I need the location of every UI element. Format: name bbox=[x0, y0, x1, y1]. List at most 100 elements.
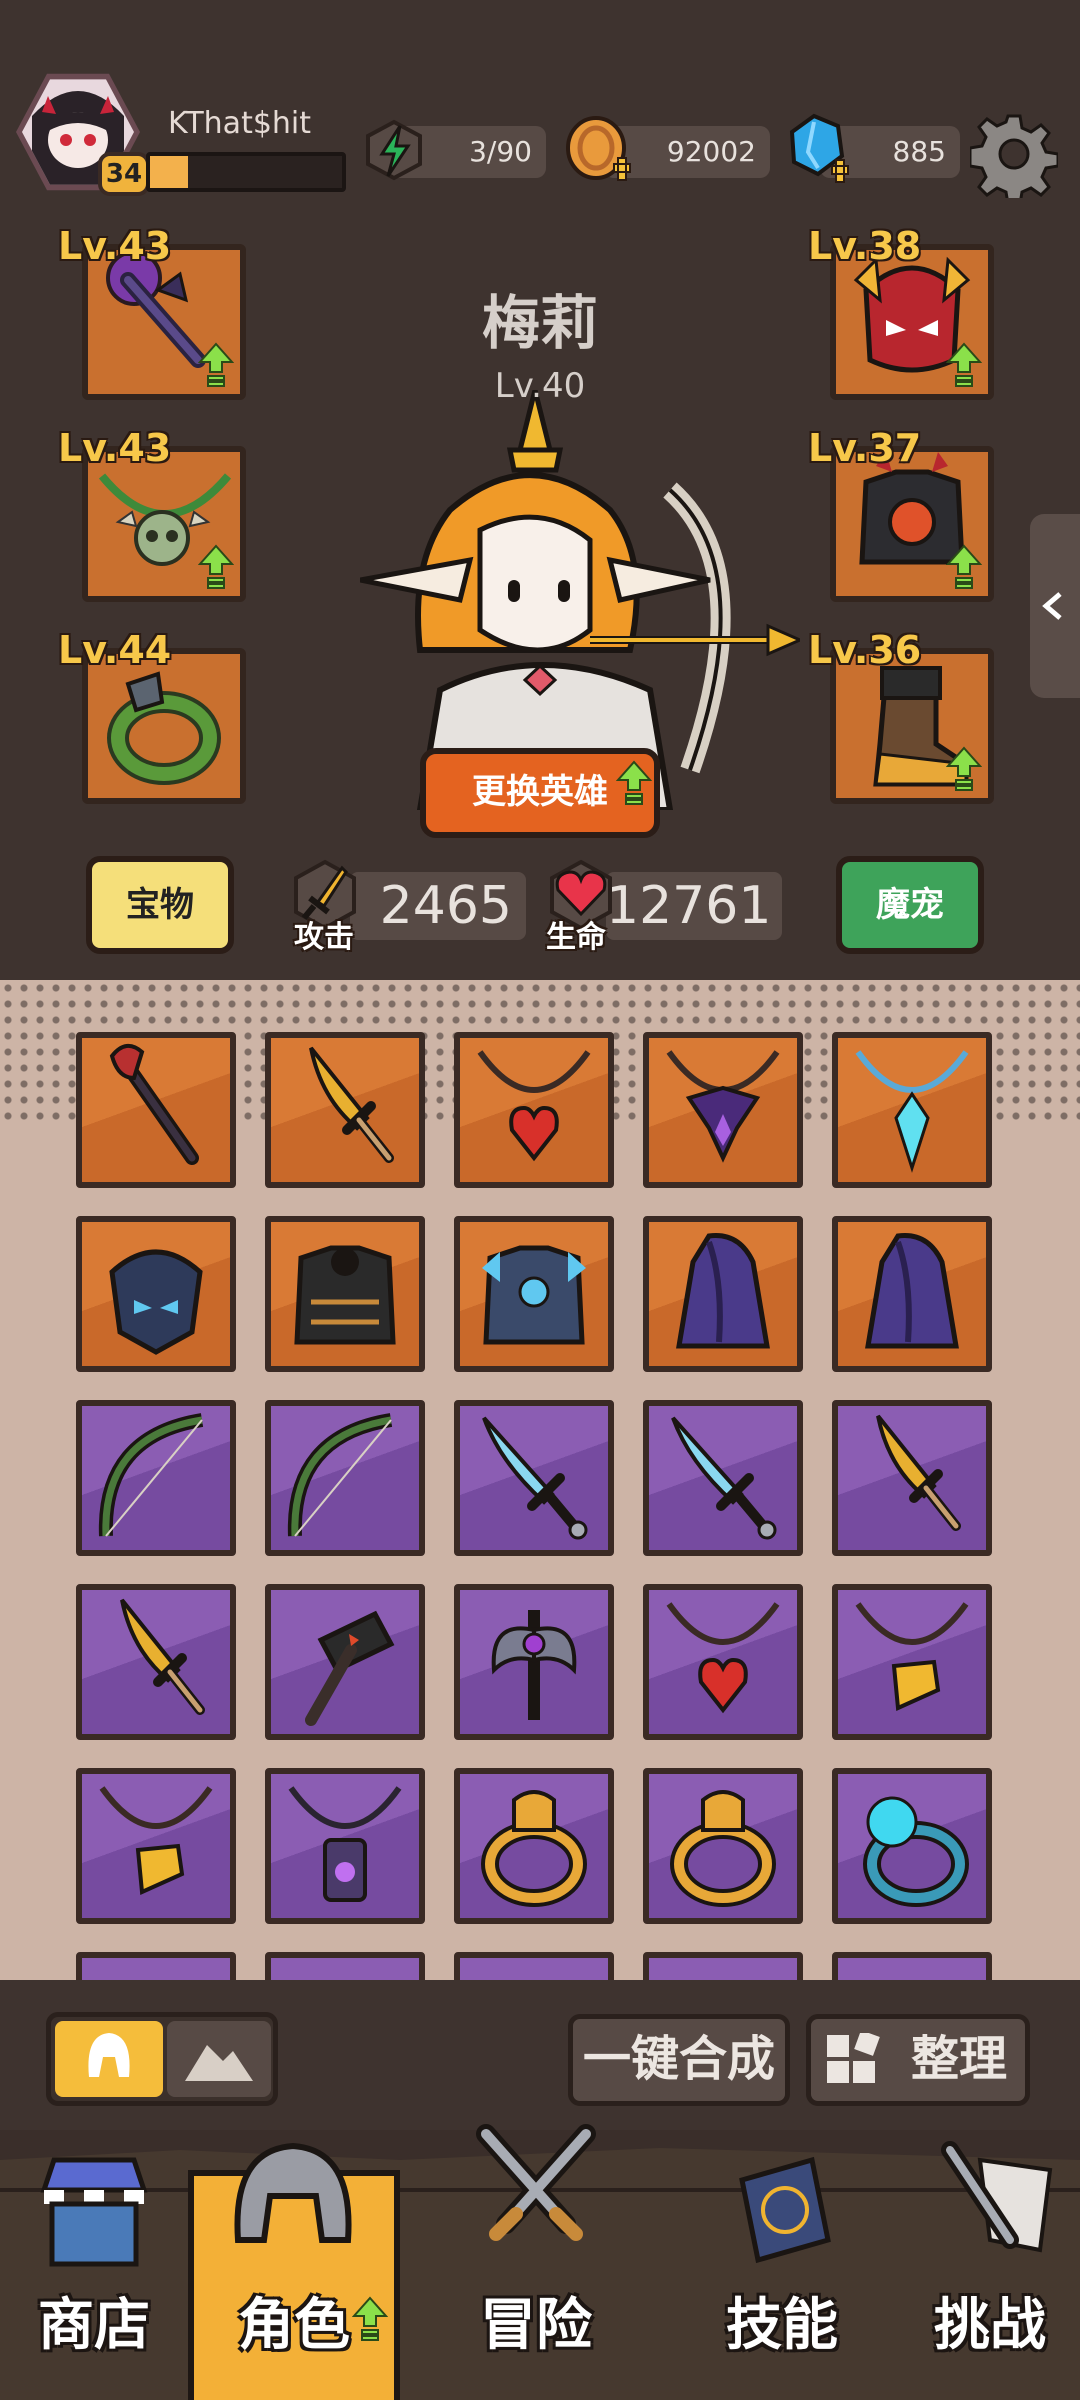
vine-ring-icon bbox=[107, 671, 221, 785]
inventory-item[interactable] bbox=[265, 1584, 425, 1740]
inventory-item[interactable] bbox=[76, 1952, 236, 1980]
player-name: KThat$hit bbox=[168, 106, 312, 141]
amulet-heart-icon bbox=[666, 1602, 780, 1714]
character-panel: 34 KThat$hit 3/90 92002 885 Lv.43 Lv.43 … bbox=[0, 0, 1080, 980]
equip-slot-necklace-level: Lv.43 bbox=[58, 426, 172, 470]
amulet-axe-icon bbox=[855, 1602, 969, 1711]
armor-dark-icon bbox=[294, 1245, 396, 1345]
inventory-item[interactable] bbox=[76, 1032, 236, 1188]
inventory-item[interactable] bbox=[832, 1032, 992, 1188]
bow-icon bbox=[287, 1413, 393, 1537]
sword-gold-icon bbox=[309, 1046, 394, 1163]
inventory-item[interactable] bbox=[832, 1216, 992, 1372]
inventory-item[interactable] bbox=[454, 1952, 614, 1980]
rock-filter-icon bbox=[185, 2045, 253, 2081]
cloak-icon bbox=[865, 1233, 959, 1349]
change-hero-label: 更换英雄 bbox=[472, 772, 608, 812]
sword-ice-icon bbox=[482, 1416, 588, 1540]
attack-value: 2465 bbox=[350, 872, 526, 940]
hero-archer-portrait bbox=[360, 390, 800, 810]
helmet-icon bbox=[234, 2142, 352, 2243]
bow-icon bbox=[98, 1413, 204, 1537]
inventory-item[interactable] bbox=[643, 1400, 803, 1556]
hammer-icon bbox=[305, 1610, 395, 1726]
crossed-swords-icon bbox=[476, 2124, 596, 2241]
hp-label: 生命 bbox=[546, 920, 606, 955]
inventory-item[interactable] bbox=[832, 1952, 992, 1980]
inventory-item[interactable] bbox=[265, 1400, 425, 1556]
blue-gem-icon[interactable] bbox=[784, 112, 854, 190]
equip-slot-helmet-level: Lv.38 bbox=[808, 224, 922, 268]
inventory-item[interactable] bbox=[454, 1216, 614, 1372]
inventory-item[interactable] bbox=[832, 1584, 992, 1740]
shop-icon bbox=[40, 2157, 148, 2267]
inventory-item[interactable] bbox=[643, 1584, 803, 1740]
nav-skills[interactable]: 技能 bbox=[682, 2130, 882, 2400]
nav-adventure-label: 冒险 bbox=[480, 2293, 592, 2358]
hero-name: 梅莉 bbox=[481, 289, 598, 357]
change-hero-button[interactable]: 更换英雄 bbox=[420, 748, 660, 838]
cloak-icon bbox=[676, 1233, 770, 1349]
chevron-left-icon bbox=[1042, 592, 1062, 620]
spellbook-icon bbox=[739, 2156, 831, 2264]
xp-bar-fill bbox=[150, 156, 189, 188]
treasure-button[interactable]: 宝物 bbox=[86, 856, 234, 954]
hp-value: 12761 bbox=[606, 872, 782, 940]
equip-slot-boots-level: Lv.36 bbox=[808, 628, 922, 672]
nav-adventure[interactable]: 冒险 bbox=[436, 2124, 636, 2400]
ring-gold-icon bbox=[481, 1790, 587, 1907]
side-drawer-tab[interactable] bbox=[1030, 514, 1080, 698]
nav-challenge[interactable]: 挑战 bbox=[900, 2130, 1080, 2400]
sort-button[interactable]: 整理 bbox=[806, 2014, 1030, 2106]
inventory-item[interactable] bbox=[454, 1584, 614, 1740]
inventory-item[interactable] bbox=[454, 1768, 614, 1924]
nav-shop[interactable]: 商店 bbox=[0, 2130, 188, 2400]
inventory-item[interactable] bbox=[832, 1400, 992, 1556]
amulet-dark-icon bbox=[666, 1050, 780, 1163]
inventory-item[interactable] bbox=[454, 1400, 614, 1556]
gold-coin-icon[interactable] bbox=[562, 114, 634, 190]
upgrade-arrow-icon bbox=[352, 2296, 388, 2341]
inventory-item[interactable] bbox=[643, 1952, 803, 1980]
attack-label: 攻击 bbox=[294, 920, 354, 955]
merge-all-button[interactable]: 一键合成 bbox=[568, 2014, 790, 2106]
inventory-item[interactable] bbox=[76, 1584, 236, 1740]
sort-label: 整理 bbox=[910, 2031, 1007, 2087]
helmet-dark-icon bbox=[109, 1249, 203, 1355]
inventory-grid bbox=[0, 980, 1080, 1980]
equip-slot-ring-level: Lv.44 bbox=[58, 628, 172, 672]
inventory-item[interactable] bbox=[643, 1216, 803, 1372]
inventory-item[interactable] bbox=[265, 1032, 425, 1188]
amulet-lantern-icon bbox=[288, 1786, 402, 1902]
inventory-item[interactable] bbox=[76, 1768, 236, 1924]
inventory-item[interactable] bbox=[265, 1768, 425, 1924]
helmet-filter-icon bbox=[88, 2033, 130, 2077]
sword-ice-icon bbox=[671, 1416, 777, 1540]
amulet-axe-icon bbox=[99, 1786, 213, 1895]
nav-character[interactable]: 角色 bbox=[188, 2130, 400, 2400]
inventory-item[interactable] bbox=[643, 1032, 803, 1188]
inventory-item[interactable] bbox=[76, 1216, 236, 1372]
upgrade-arrow-icon bbox=[946, 746, 982, 791]
filter-materials-tab[interactable] bbox=[167, 2021, 271, 2097]
upgrade-arrow-icon bbox=[616, 760, 652, 805]
inventory-item[interactable] bbox=[265, 1952, 425, 1980]
filter-equipment-tab[interactable] bbox=[55, 2021, 163, 2097]
nav-skills-label: 技能 bbox=[726, 2293, 838, 2358]
xp-bar bbox=[146, 152, 346, 192]
inventory-item[interactable] bbox=[643, 1768, 803, 1924]
gear-icon[interactable] bbox=[970, 110, 1058, 198]
ring-gold-icon bbox=[670, 1790, 776, 1907]
equip-slot-armor-level: Lv.37 bbox=[808, 426, 922, 470]
ring-blue-icon bbox=[863, 1796, 969, 1907]
inventory-item[interactable] bbox=[265, 1216, 425, 1372]
inventory-item[interactable] bbox=[76, 1400, 236, 1556]
amulet-crystal-icon bbox=[855, 1050, 969, 1173]
sword-gold-icon bbox=[120, 1598, 205, 1715]
lightning-icon[interactable] bbox=[362, 118, 426, 182]
inventory-item[interactable] bbox=[832, 1768, 992, 1924]
inventory-item[interactable] bbox=[454, 1032, 614, 1188]
pet-button[interactable]: 魔宠 bbox=[836, 856, 984, 954]
filter-toggle[interactable] bbox=[46, 2012, 278, 2106]
upgrade-arrow-icon bbox=[946, 544, 982, 589]
